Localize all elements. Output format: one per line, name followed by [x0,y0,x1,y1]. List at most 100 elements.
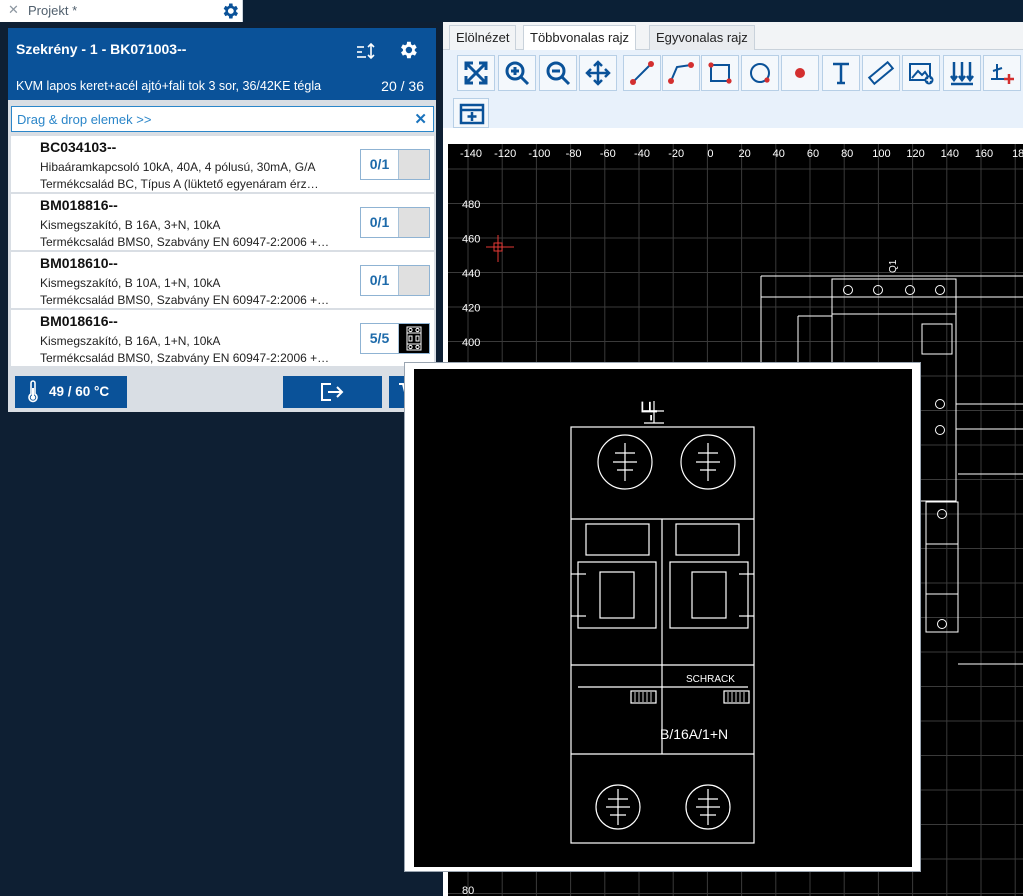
add-terminal-icon [991,64,1014,84]
ruler-x-label: 160 [975,148,993,160]
pan-icon [585,60,611,86]
zoom-in-button[interactable] [498,55,536,91]
drag-drop-label: Drag & drop elemek >> [17,112,152,127]
preview-rating: B/16A/1+N [660,726,728,742]
view-tabs: Elölnézet Többvonalas rajz Egyvonalas ra… [443,22,1023,50]
text-icon [833,62,849,85]
ruler-x-label: 100 [872,148,890,160]
quantity-box[interactable]: 5/5 [360,323,430,354]
sort-icon[interactable] [355,41,377,61]
item-symbol-placeholder [399,266,429,295]
zoom-out-icon [546,61,571,86]
zoom-out-button[interactable] [539,55,577,91]
cabinet-panel: Szekrény - 1 - BK071003-- KVM lapos kere… [8,28,436,412]
ruler-y-label: 460 [462,234,480,246]
ruler-y-label: 440 [462,268,480,280]
close-icon[interactable]: ✕ [414,110,427,128]
quantity-value: 0/1 [361,208,399,237]
ruler-x-label: 60 [807,148,819,160]
ruler-x-label: 80 [841,148,853,160]
ruler-x-label: 140 [941,148,959,160]
ruler-x-label: 18 [1012,148,1023,160]
ruler-y-label: 480 [462,199,480,211]
ruler-x-label: 120 [906,148,924,160]
thermometer-icon [28,380,38,403]
item-code: BM018610-- [40,255,118,271]
cabinet-header: Szekrény - 1 - BK071003-- KVM lapos kere… [8,28,436,100]
cabinet-module-count: 20 / 36 [381,78,424,94]
ruler-x-label: 20 [738,148,750,160]
temperature-value: 49 / 60 °C [49,384,110,399]
preview-brand: SCHRACK [686,674,735,685]
preview-designator: -F [637,401,662,422]
polyline-icon [668,62,694,84]
top-tab-strip: ✕ Projekt * [0,0,1023,22]
polyline-tool-button[interactable] [662,55,700,91]
rectangle-tool-button[interactable] [701,55,739,91]
add-frame-button[interactable] [453,98,489,128]
project-tab[interactable]: ✕ Projekt * [0,0,243,22]
quantity-box[interactable]: 0/1 [360,207,430,238]
cabinet-title: Szekrény - 1 - BK071003-- [16,41,187,57]
insert-image-icon [909,63,934,85]
measure-tool-button[interactable] [862,55,900,91]
close-tab-icon[interactable]: ✕ [8,2,19,18]
temperature-indicator: 49 / 60 °C [15,376,127,408]
circle-tool-button[interactable] [741,55,779,91]
drawing-toolbar [443,50,1023,128]
zoom-in-icon [505,61,530,86]
export-button[interactable] [283,376,382,408]
insert-image-button[interactable] [902,55,940,91]
rectangle-icon [708,62,732,84]
fit-view-button[interactable] [457,55,495,91]
list-item[interactable]: BC034103-- Hibaáramkapcsoló 10kA, 40A, 4… [11,136,434,193]
fit-view-icon [464,61,488,85]
terminal-ridges [634,692,745,702]
ruler-x-label: -140 [460,148,482,160]
settings-gear-icon[interactable] [220,1,240,21]
pan-button[interactable] [579,55,617,91]
point-tool-button[interactable] [781,55,819,91]
drag-drop-bar[interactable]: Drag & drop elemek >> ✕ [11,106,434,132]
distribute-icon [950,62,974,86]
item-family: Termékcsalád BMS0, Szabvány EN 60947-2:2… [40,293,330,307]
export-icon [321,383,344,401]
cursor-crosshair-icon [486,235,514,262]
ruler-y-label: 400 [462,337,480,349]
panel-footer: 49 / 60 °C [8,373,436,412]
ruler-x-label: 40 [773,148,785,160]
quantity-value: 0/1 [361,266,399,295]
cabinet-settings-icon[interactable] [397,39,419,61]
item-description: Hibaáramkapcsoló 10kA, 40A, 4 pólusú, 30… [40,160,316,174]
line-tool-button[interactable] [623,55,661,91]
list-item[interactable]: BM018610-- Kismegszakító, B 10A, 1+N, 10… [11,252,434,309]
ruler-y-label: 80 [462,885,474,896]
ruler-x-label: -20 [668,148,684,160]
project-tab-title: Projekt * [28,3,78,18]
distribute-button[interactable] [943,55,981,91]
ruler-x-label: 0 [707,148,713,160]
component-preview-popup: -F SCHRACK B/16A/1+N [404,362,921,872]
tab-front-view[interactable]: Elölnézet [449,25,517,50]
add-terminal-button[interactable] [983,55,1021,91]
left-panel-area: Szekrény - 1 - BK071003-- KVM lapos kere… [0,22,443,896]
quantity-box[interactable]: 0/1 [360,265,430,296]
quantity-value: 0/1 [361,150,399,179]
list-item[interactable]: BM018816-- Kismegszakító, B 16A, 3+N, 10… [11,194,434,251]
tab-singleline-drawing[interactable]: Egyvonalas rajz [649,25,755,50]
quantity-box[interactable]: 0/1 [360,149,430,180]
point-icon [795,68,805,78]
ruler-x-label: -40 [634,148,650,160]
item-family: Termékcsalád BC, Típus A (lüktető egyená… [40,177,319,191]
preview-canvas: -F SCHRACK B/16A/1+N [414,369,912,867]
item-description: Kismegszakító, B 16A, 1+N, 10kA [40,334,221,348]
item-family: Termékcsalád BMS0, Szabvány EN 60947-2:2… [40,351,330,365]
add-frame-icon [459,103,485,125]
tab-multiline-drawing[interactable]: Többvonalas rajz [523,25,636,50]
text-tool-button[interactable] [822,55,860,91]
list-item[interactable]: BM018616-- Kismegszakító, B 16A, 1+N, 10… [11,310,434,367]
ruler-x-label: -100 [528,148,550,160]
item-description: Kismegszakító, B 16A, 3+N, 10kA [40,218,221,232]
item-symbol-placeholder [399,208,429,237]
cabinet-subtitle: KVM lapos keret+acél ajtó+fali tok 3 sor… [16,79,322,93]
